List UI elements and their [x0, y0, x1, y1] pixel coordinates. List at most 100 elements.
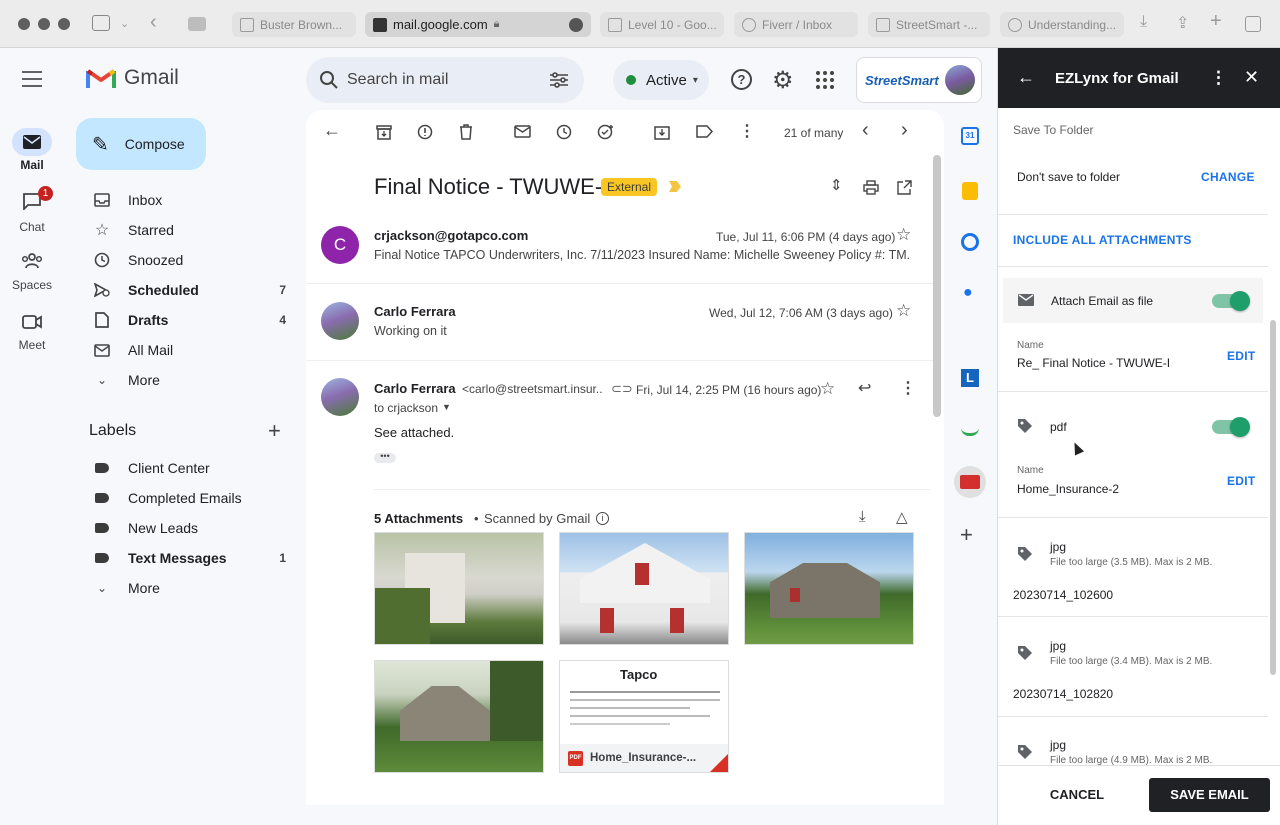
calendar-icon[interactable]: 31 — [961, 127, 979, 145]
labels-more[interactable]: ⌄ More — [78, 573, 298, 603]
thread-scrollbar[interactable] — [933, 155, 941, 417]
settings-gear-icon[interactable]: ⚙︎ — [772, 66, 794, 95]
rail-mail[interactable]: Mail — [0, 128, 64, 172]
back-arrow-icon[interactable]: ← — [1017, 67, 1035, 88]
info-icon[interactable]: i — [596, 512, 609, 525]
open-in-new-window-icon[interactable] — [897, 180, 912, 195]
add-task-icon[interactable] — [597, 124, 615, 140]
pdf-toggle[interactable] — [1212, 417, 1250, 437]
nav-inbox[interactable]: Inbox — [78, 185, 298, 215]
contacts-icon[interactable]: ● — [963, 284, 973, 302]
add-to-drive-icon[interactable]: △ — [896, 508, 908, 526]
more-vertical-icon[interactable]: ⋮ — [900, 378, 916, 398]
download-all-icon[interactable]: ⤓ — [859, 508, 866, 525]
zoom-window-button[interactable] — [58, 18, 70, 30]
message-collapsed[interactable]: C crjackson@gotapco.com Tue, Jul 11, 6:0… — [306, 214, 934, 284]
expand-all-icon[interactable]: ⇕ — [830, 176, 843, 194]
search-icon[interactable] — [319, 70, 339, 90]
nav-scheduled[interactable]: Scheduled 7 — [78, 275, 298, 305]
sidebar-toggle-icon[interactable] — [92, 15, 110, 31]
newer-icon[interactable]: ‹ — [862, 119, 869, 142]
more-vertical-icon[interactable]: ⋮ — [739, 121, 755, 141]
attachment-thumbnail[interactable] — [374, 660, 544, 773]
include-all-attachments-button[interactable]: INCLUDE ALL ATTACHMENTS — [1013, 233, 1192, 247]
status-selector[interactable]: Active ▾ — [613, 60, 709, 100]
close-icon[interactable]: ✕ — [1244, 67, 1259, 88]
message-collapsed[interactable]: Carlo Ferrara Wed, Jul 12, 7:06 AM (3 da… — [306, 284, 934, 360]
account-switcher[interactable]: StreetSmart — [856, 57, 982, 103]
show-trimmed-content-button[interactable]: ••• — [374, 452, 396, 463]
snooze-icon[interactable] — [556, 124, 572, 140]
apps-grid-icon[interactable] — [816, 71, 834, 89]
back-to-inbox-icon[interactable]: ← — [323, 120, 341, 141]
search-bar[interactable]: Search in mail — [306, 57, 584, 103]
nav-drafts[interactable]: Drafts 4 — [78, 305, 298, 335]
close-window-button[interactable] — [18, 18, 30, 30]
label-icon[interactable] — [696, 125, 713, 138]
label-new-leads[interactable]: New Leads — [78, 513, 298, 543]
attachment-thumbnail[interactable] — [559, 532, 729, 645]
compose-button[interactable]: ✎ Compose — [76, 118, 206, 170]
print-icon[interactable] — [863, 180, 879, 195]
tasks-icon[interactable] — [961, 233, 979, 251]
nav-starred[interactable]: ☆ Starred — [78, 215, 298, 245]
tab-overview-icon[interactable] — [1245, 16, 1261, 32]
star-icon[interactable]: ☆ — [820, 379, 835, 399]
browser-tab[interactable]: Buster Brown... — [232, 12, 356, 37]
star-icon[interactable]: ☆ — [896, 225, 911, 245]
chevron-down-icon[interactable]: ⌄ — [120, 17, 129, 30]
save-email-button[interactable]: SAVE EMAIL — [1149, 778, 1270, 812]
streetsmart-addon-icon[interactable] — [954, 466, 986, 498]
add-label-icon[interactable]: + — [268, 418, 281, 444]
attach-email-toggle[interactable] — [1212, 291, 1250, 311]
browser-tab-active[interactable]: mail.google.com 🔒︎ — [365, 12, 591, 37]
browser-tab[interactable]: Understanding... — [1000, 12, 1124, 37]
report-spam-icon[interactable] — [417, 124, 433, 140]
more-options-icon[interactable] — [569, 17, 583, 32]
browser-tab[interactable]: Fiverr / Inbox — [734, 12, 858, 37]
search-input[interactable]: Search in mail — [347, 71, 448, 89]
nav-more[interactable]: ⌄ More — [78, 365, 298, 395]
move-to-icon[interactable] — [654, 124, 670, 140]
new-tab-icon[interactable]: + — [1210, 10, 1222, 33]
importance-marker-icon[interactable] — [669, 181, 681, 192]
pdf-attachment-thumbnail[interactable]: Tapco PDF Home_Insurance-... — [559, 660, 729, 773]
nav-all-mail[interactable]: All Mail — [78, 335, 298, 365]
browser-tab[interactable]: StreetSmart -... — [868, 12, 990, 37]
archive-icon[interactable] — [376, 124, 392, 140]
share-icon[interactable]: ⇪ — [1176, 13, 1189, 33]
back-icon[interactable]: ‹ — [150, 11, 157, 34]
change-folder-button[interactable]: CHANGE — [1201, 170, 1255, 184]
label-completed-emails[interactable]: Completed Emails — [78, 483, 298, 513]
attachment-thumbnail[interactable] — [744, 532, 914, 645]
cancel-button[interactable]: CANCEL — [1033, 778, 1121, 812]
panel-scrollbar[interactable] — [1270, 320, 1276, 675]
delete-icon[interactable] — [459, 124, 473, 140]
edit-pdf-name-button[interactable]: EDIT — [1227, 474, 1256, 488]
mark-unread-icon[interactable] — [514, 125, 531, 138]
recipient-text[interactable]: to crjackson — [374, 401, 438, 415]
get-addons-icon[interactable]: + — [960, 522, 973, 548]
edit-email-name-button[interactable]: EDIT — [1227, 349, 1256, 363]
rail-meet[interactable]: Meet — [0, 314, 64, 352]
chevron-down-icon[interactable]: ▼ — [442, 402, 451, 412]
rail-spaces[interactable]: Spaces — [0, 252, 64, 292]
label-client-center[interactable]: Client Center — [78, 453, 298, 483]
download-icon[interactable]: ⤓ — [1140, 13, 1147, 31]
close-tab-icon[interactable] — [373, 17, 387, 32]
search-options-icon[interactable] — [549, 71, 569, 89]
addon-icon[interactable] — [961, 422, 979, 436]
more-vertical-icon[interactable]: ⋮ — [1210, 68, 1227, 88]
star-icon[interactable]: ☆ — [896, 301, 911, 321]
attachment-thumbnail[interactable] — [374, 532, 544, 645]
ezlynx-addon-icon[interactable]: L — [961, 369, 979, 387]
label-text-messages[interactable]: Text Messages 1 — [78, 543, 298, 573]
rail-chat[interactable]: 1 Chat — [0, 186, 64, 234]
reply-icon[interactable]: ↩ — [858, 378, 871, 398]
older-icon[interactable]: › — [901, 119, 908, 142]
minimize-window-button[interactable] — [38, 18, 50, 30]
youtube-tab-icon[interactable] — [188, 17, 206, 31]
nav-snoozed[interactable]: Snoozed — [78, 245, 298, 275]
help-icon[interactable]: ? — [731, 69, 752, 90]
keep-icon[interactable] — [962, 182, 978, 200]
